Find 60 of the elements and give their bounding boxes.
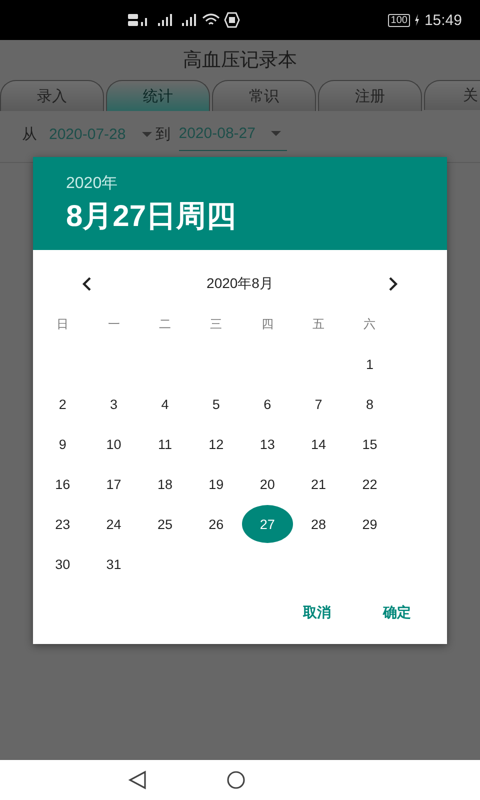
day[interactable]: 4 xyxy=(139,385,191,423)
weekday-label: 六 xyxy=(362,316,377,332)
dialog-button[interactable]: 确定 xyxy=(367,594,427,632)
date-value: 2020-07-28 xyxy=(49,126,126,142)
dialog-button[interactable]: 取消 xyxy=(287,594,347,632)
day[interactable]: 31 xyxy=(88,545,140,583)
caret-icon xyxy=(142,132,152,136)
hexagon-icon xyxy=(224,12,240,28)
day[interactable]: 28 xyxy=(292,505,344,543)
charging-icon xyxy=(414,14,420,26)
day[interactable]: 11 xyxy=(139,425,191,463)
signal-icon xyxy=(128,13,150,27)
clock: 15:49 xyxy=(424,12,462,28)
from-label: 从 xyxy=(22,124,37,144)
next-month-icon[interactable] xyxy=(387,277,399,291)
to-label: 到 xyxy=(156,124,171,144)
caret-icon xyxy=(271,131,282,136)
weekday-label: 日 xyxy=(56,316,70,332)
day[interactable]: 24 xyxy=(88,505,140,543)
day[interactable]: 8 xyxy=(344,385,396,423)
day[interactable]: 22 xyxy=(344,465,396,503)
day[interactable]: 3 xyxy=(88,385,140,423)
day[interactable]: 23 xyxy=(37,505,88,543)
day[interactable]: 5 xyxy=(190,385,242,423)
weekday-label: 一 xyxy=(106,316,121,332)
day[interactable]: 15 xyxy=(344,425,396,463)
day[interactable]: 10 xyxy=(88,425,140,463)
day[interactable]: 30 xyxy=(37,545,88,583)
previous-month-icon[interactable] xyxy=(81,277,93,291)
day[interactable]: 9 xyxy=(37,425,88,463)
day[interactable]: 17 xyxy=(88,465,140,503)
day[interactable]: 25 xyxy=(139,505,191,543)
day[interactable]: 19 xyxy=(190,465,242,503)
day[interactable]: 13 xyxy=(242,425,293,463)
home-icon[interactable] xyxy=(226,770,246,790)
selected-date[interactable]: 8月27日周四 xyxy=(66,196,447,237)
day[interactable]: 26 xyxy=(190,505,242,543)
day[interactable]: 1 xyxy=(344,345,396,383)
battery-level: 100 xyxy=(388,14,410,26)
day[interactable]: 2 xyxy=(37,385,88,423)
month-label: 2020年8月 xyxy=(206,275,274,293)
wifi-icon xyxy=(202,13,220,27)
app-title: 高血压记录本 xyxy=(182,49,298,73)
day[interactable]: 27 xyxy=(242,505,293,543)
day[interactable]: 18 xyxy=(139,465,191,503)
weekday-label: 五 xyxy=(312,316,326,332)
weekday-label: 二 xyxy=(158,316,172,332)
date-value: 2020-08-27 xyxy=(178,125,256,142)
day[interactable]: 6 xyxy=(242,385,293,423)
back-icon[interactable] xyxy=(128,770,148,790)
weekday-label: 三 xyxy=(209,316,224,332)
day[interactable]: 14 xyxy=(292,425,344,463)
day[interactable]: 20 xyxy=(242,465,293,503)
day[interactable]: 12 xyxy=(190,425,242,463)
weekday-label: 四 xyxy=(260,316,274,332)
year-label[interactable]: 2020年 xyxy=(66,173,447,194)
day[interactable]: 29 xyxy=(344,505,396,543)
day[interactable]: 7 xyxy=(292,385,344,423)
day[interactable]: 21 xyxy=(292,465,344,503)
day[interactable]: 16 xyxy=(37,465,88,503)
